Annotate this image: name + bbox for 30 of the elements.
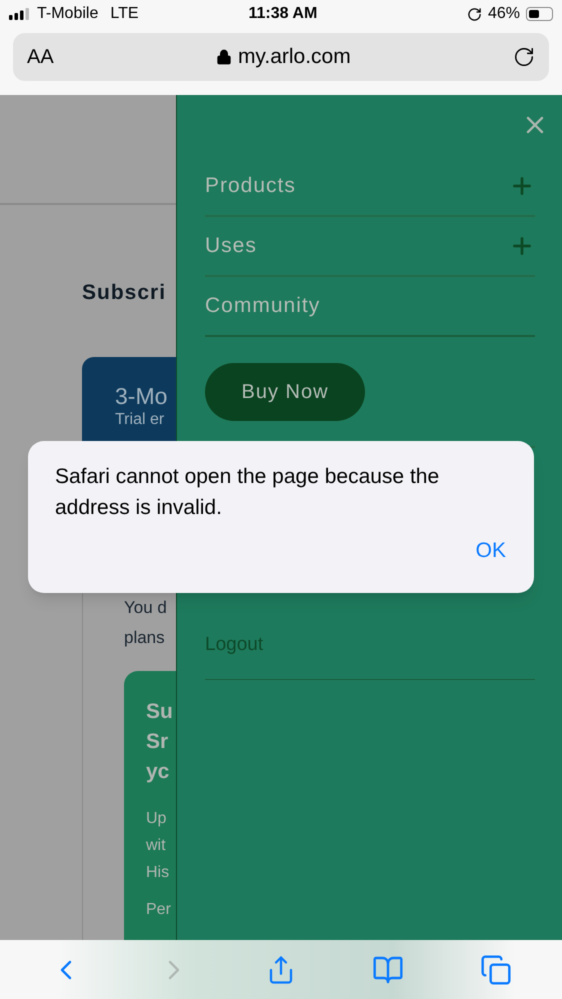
note-text: You d	[124, 596, 168, 618]
battery-percent: 46%	[488, 4, 520, 24]
note-text: plans	[124, 626, 166, 648]
promo-footer: Per	[146, 898, 176, 922]
signal-icon	[9, 8, 31, 20]
promo-text: wit	[146, 836, 167, 856]
lock-icon	[216, 49, 232, 65]
reload-icon[interactable]	[513, 46, 535, 68]
clock-time: 11:38 AM	[248, 4, 318, 24]
promo-title: Su	[146, 698, 174, 724]
page-heading: Subscri	[82, 280, 168, 306]
address-bar[interactable]: AA my.arlo.com	[13, 33, 549, 81]
menu-item[interactable]: Products	[205, 157, 535, 217]
carrier-name: T-Mobile	[37, 4, 98, 24]
network-type: LTE	[110, 4, 139, 24]
battery-icon	[526, 7, 553, 21]
promo-text: Up	[146, 808, 168, 828]
menu-item[interactable]: Uses	[205, 217, 535, 277]
url-text: my.arlo.com	[238, 44, 351, 70]
promo-title: Sr	[146, 728, 170, 754]
buy-now-button[interactable]: Buy Now	[205, 363, 365, 421]
plan-subtitle: Trial er	[115, 410, 166, 430]
plan-title: 3-Mo	[115, 384, 168, 408]
ok-button[interactable]: OK	[474, 535, 507, 566]
menu-item[interactable]: Community	[205, 277, 535, 337]
promo-title: yc	[146, 758, 170, 784]
promo-text: His	[146, 862, 170, 882]
alert-message: Safari cannot open the page because the address is invalid.	[55, 464, 440, 521]
tabs-icon[interactable]	[480, 954, 512, 986]
text-size-button[interactable]: AA	[27, 42, 54, 72]
